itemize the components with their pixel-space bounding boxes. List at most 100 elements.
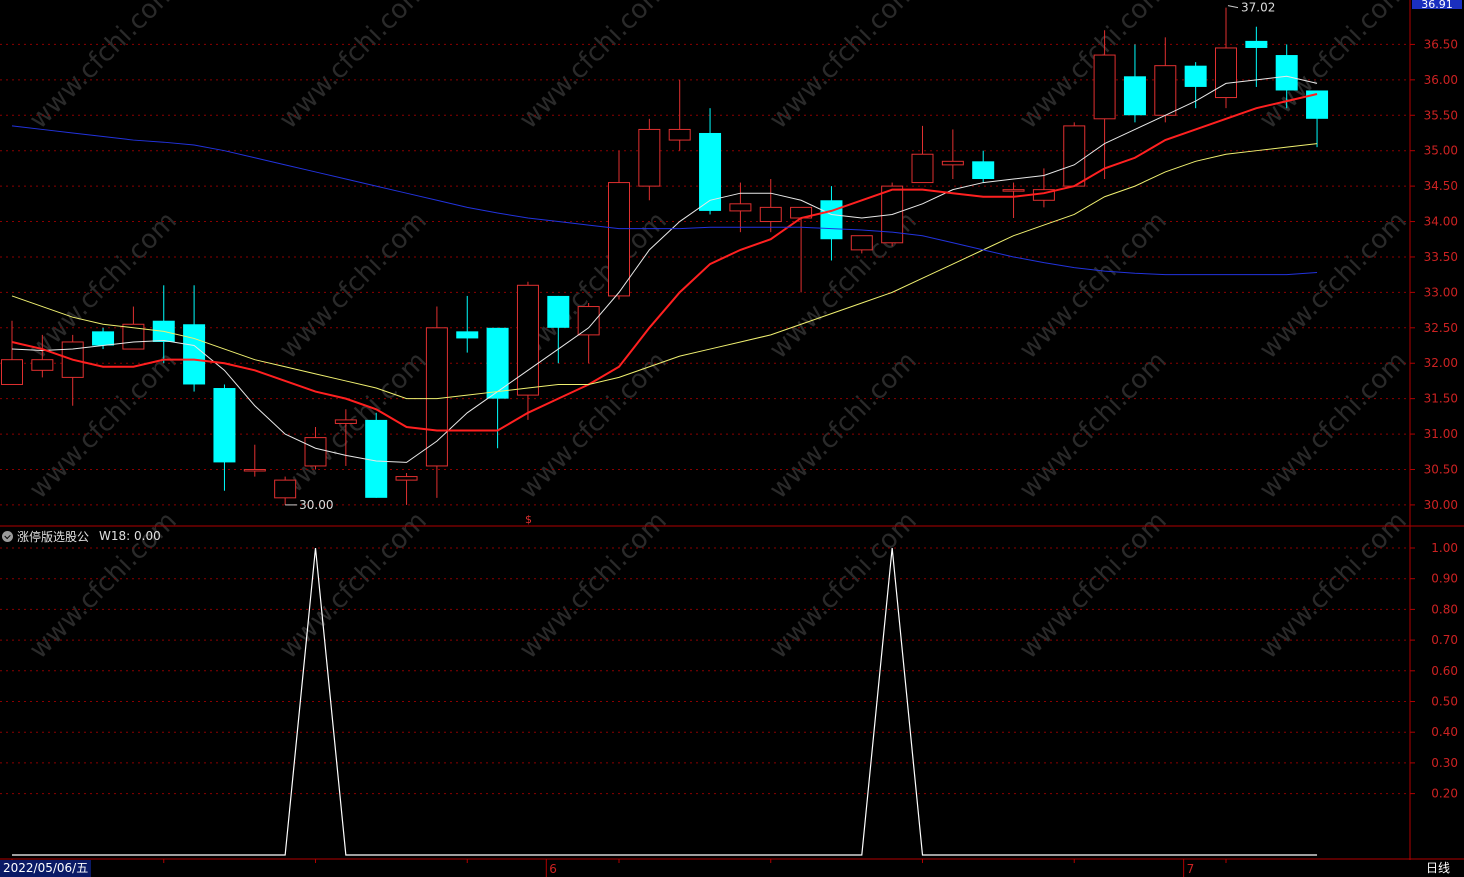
indicator-line [12, 547, 1318, 856]
candle-body [1154, 65, 1177, 116]
candle-body [1275, 55, 1298, 91]
watermark-text: www.cfchi.com [764, 506, 923, 665]
watermark-text: www.cfchi.com [1014, 0, 1173, 135]
candle [911, 125, 934, 184]
indicator-tick-label: 0.20 [1431, 787, 1458, 801]
cursor-date-label: 2022/05/06/五 [0, 860, 92, 877]
candle-body [1, 359, 23, 385]
candle-body [213, 388, 236, 463]
candle-body [638, 128, 661, 187]
candle-body [365, 419, 388, 498]
price-tick-label: 31.00 [1424, 427, 1458, 441]
watermark-text: www.cfchi.com [1254, 206, 1413, 365]
low-price-label: 30.00 [299, 498, 333, 512]
candle-body [304, 437, 327, 467]
candle [1063, 122, 1086, 187]
candle-body [456, 331, 479, 339]
candle [1002, 182, 1025, 218]
candle-body [92, 331, 115, 346]
price-tick-label: 33.50 [1424, 250, 1458, 264]
candle-body [820, 200, 843, 240]
price-tick-label: 31.50 [1424, 392, 1458, 406]
candle-body [1184, 65, 1207, 87]
candle-body [668, 128, 691, 141]
candle-body [1245, 40, 1268, 48]
indicator-tick-label: 1.00 [1431, 541, 1458, 555]
candle [1154, 37, 1177, 123]
signal-marker: $ [525, 513, 532, 526]
candle [820, 186, 843, 261]
watermark-text: www.cfchi.com [514, 506, 673, 665]
candle [608, 150, 630, 300]
candle [941, 129, 964, 180]
indicator-value: W18: 0.00 [99, 529, 161, 543]
candle-body [972, 161, 995, 180]
indicator-header: 涨停版选股公 W18: 0.00 [2, 528, 161, 544]
period-label[interactable]: 日线 [1412, 860, 1464, 877]
indicator-tick-label: 0.90 [1431, 572, 1458, 586]
candle [972, 150, 995, 183]
price-tick-label: 30.00 [1424, 498, 1458, 512]
candle-body [334, 419, 357, 424]
indicator-settings-icon[interactable] [2, 530, 13, 542]
candle-body [577, 306, 600, 336]
price-tick-label: 36.50 [1424, 37, 1458, 51]
stock-chart[interactable]: www.cfchi.com www.cfchi.com www.cfchi.com w… [0, 0, 1464, 877]
candle-body [941, 160, 964, 166]
candle-body [1123, 76, 1146, 116]
candle [365, 412, 388, 498]
candle-body [1093, 54, 1116, 120]
candle [1, 320, 23, 385]
watermark-text: www.cfchi.com [1014, 506, 1173, 665]
candle [395, 473, 418, 505]
candle [456, 295, 479, 353]
current-price-box: 36.91 [1412, 0, 1462, 9]
watermark-text: www.cfchi.com [1254, 346, 1413, 505]
price-tick-label: 32.50 [1424, 321, 1458, 335]
candle-body [759, 206, 782, 223]
candle-body [425, 327, 448, 467]
watermark-text: www.cfchi.com [24, 0, 183, 135]
price-tick-label: 34.50 [1424, 179, 1458, 193]
watermark-text: www.cfchi.com [514, 0, 673, 135]
candle-body [547, 295, 570, 328]
high-price-label: 37.02 [1241, 1, 1275, 15]
candle-body [1063, 125, 1086, 187]
candle-body [850, 235, 873, 251]
candle [61, 334, 84, 406]
candle-body [911, 153, 934, 184]
candle-body [31, 359, 54, 371]
candle-body [395, 476, 418, 481]
indicator-tick-label: 0.80 [1431, 602, 1458, 616]
price-tick-label: 32.00 [1424, 356, 1458, 370]
candle-body [1002, 189, 1025, 192]
watermark-text: www.cfchi.com [764, 0, 923, 135]
candle-body [699, 132, 722, 211]
indicator-tick-label: 0.50 [1431, 695, 1458, 709]
indicator-tick-label: 0.30 [1431, 756, 1458, 770]
candle-body [608, 182, 630, 297]
indicator-tick-label: 0.70 [1431, 633, 1458, 647]
price-tick-label: 33.00 [1424, 285, 1458, 299]
high-arrow [1227, 5, 1239, 9]
watermark-text: www.cfchi.com [1014, 346, 1173, 505]
price-tick-label: 35.00 [1424, 144, 1458, 158]
candle [729, 182, 752, 233]
candle-body [486, 327, 509, 399]
candle-body [243, 468, 266, 472]
candle [1123, 44, 1146, 123]
watermark-text: www.cfchi.com [764, 346, 923, 505]
candle [213, 384, 236, 491]
candle-body [274, 479, 297, 499]
indicator-tick-label: 0.40 [1431, 725, 1458, 739]
price-tick-label: 35.50 [1424, 108, 1458, 122]
candle-body [516, 284, 539, 396]
watermark-text: www.cfchi.com [274, 0, 433, 135]
watermark-text: www.cfchi.com [274, 506, 433, 665]
candle-body [1215, 47, 1237, 99]
candle [1245, 26, 1268, 87]
watermark-text: www.cfchi.com [274, 206, 433, 365]
price-tick-label: 30.50 [1424, 462, 1458, 476]
candle [638, 118, 661, 201]
indicator-name[interactable]: 涨停版选股公 [17, 528, 89, 545]
